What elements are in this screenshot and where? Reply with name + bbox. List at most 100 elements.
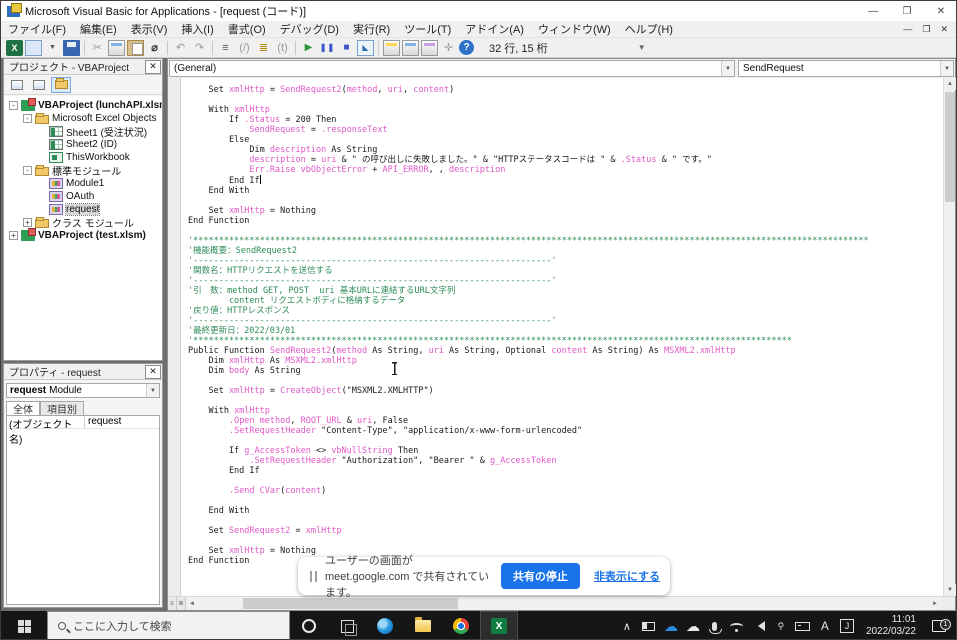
cloud-sync-icon[interactable]: ☁ (682, 618, 704, 635)
menu-item-8[interactable]: アドイン(A) (458, 20, 531, 38)
code-line[interactable] (188, 516, 943, 526)
toolbar-options-icon[interactable]: ▼ (638, 43, 646, 52)
object-browser-icon[interactable] (421, 40, 438, 56)
mdi-minimize-button[interactable]: — (903, 24, 912, 35)
code-line[interactable]: End With (188, 506, 943, 516)
start-button[interactable] (1, 611, 47, 640)
tree-item-label[interactable]: Module1 (66, 178, 104, 189)
expand-icon[interactable]: + (9, 231, 18, 240)
procedure-dropdown[interactable]: SendRequest ▼ (738, 60, 954, 77)
horizontal-scrollbar[interactable] (198, 597, 929, 610)
code-line[interactable]: If g_AccessToken <> vbNullString Then (188, 446, 943, 456)
menu-item-3[interactable]: 挿入(I) (174, 20, 220, 38)
code-line[interactable] (188, 436, 943, 446)
mdi-restore-button[interactable]: ❐ (922, 24, 930, 35)
menu-item-5[interactable]: デバッグ(D) (273, 20, 346, 38)
tab-categorized[interactable]: 項目別 (40, 401, 84, 415)
code-line[interactable]: '戻り値：HTTPレスポンス (188, 306, 943, 316)
uncomment-block-icon[interactable]: (t) (274, 40, 291, 56)
cut-icon[interactable]: ✂ (89, 40, 106, 56)
tree-item-label[interactable]: request (66, 204, 99, 215)
project-panel-close-icon[interactable]: ✕ (145, 60, 161, 74)
expand-icon[interactable]: + (23, 218, 32, 227)
scroll-up-icon[interactable]: ▲ (944, 78, 956, 90)
touch-keyboard-icon[interactable] (792, 622, 814, 631)
code-line[interactable]: Dim body As String (188, 366, 943, 376)
tree-item-module1[interactable]: Module1 (4, 177, 162, 190)
hide-banner-link[interactable]: 非表示にする (594, 568, 660, 584)
save-icon[interactable] (63, 40, 80, 56)
object-dropdown[interactable]: (General) ▼ (169, 60, 735, 77)
taskbar-clock[interactable]: 11:01 2022/03/22 (858, 614, 924, 638)
chrome-button[interactable] (442, 611, 480, 640)
tab-alphabetic[interactable]: 全体 (6, 401, 40, 415)
menu-item-9[interactable]: ウィンドウ(W) (531, 20, 618, 38)
code-line[interactable]: Err.Raise vbObjectError + API_ERROR, , d… (188, 165, 943, 175)
edge-button[interactable] (366, 611, 404, 640)
code-line[interactable]: End With (188, 186, 943, 196)
code-line[interactable]: End Function (188, 216, 943, 226)
code-line[interactable]: .SetRequestHeader "Authorization", "Bear… (188, 456, 943, 466)
mdi-close-button[interactable]: ✕ (940, 24, 948, 35)
tree-item-label[interactable]: クラス モジュール (52, 215, 134, 230)
chevron-down-icon[interactable]: ▼ (721, 61, 734, 76)
onedrive-icon[interactable]: ☁ (660, 618, 682, 635)
code-line[interactable]: '---------------------------------------… (188, 276, 943, 286)
code-line[interactable] (188, 396, 943, 406)
view-excel-icon[interactable]: X (6, 40, 23, 56)
display-project-icon[interactable] (638, 622, 660, 631)
code-line[interactable] (188, 376, 943, 386)
code-line[interactable]: End If (188, 175, 943, 186)
undo-icon[interactable]: ↶ (172, 40, 189, 56)
ime-options-icon[interactable]: J (836, 619, 858, 633)
code-line[interactable]: '---------------------------------------… (188, 256, 943, 266)
indent-icon[interactable]: ≡ (217, 40, 234, 56)
file-explorer-button[interactable] (404, 611, 442, 640)
properties-panel-close-icon[interactable]: ✕ (145, 365, 161, 379)
paste-icon[interactable] (127, 40, 144, 56)
code-line[interactable]: If .Status = 200 Then (188, 115, 943, 125)
scroll-right-icon[interactable]: ► (929, 597, 941, 610)
tree-item-label[interactable]: ThisWorkbook (66, 152, 130, 163)
close-button[interactable]: ✕ (924, 1, 957, 21)
property-row[interactable]: (オブジェクト名)request (7, 416, 159, 429)
code-line[interactable]: Set SendRequest2 = xmlHttp (188, 526, 943, 536)
code-line[interactable]: Else (188, 135, 943, 145)
code-line[interactable] (188, 536, 943, 546)
menu-item-7[interactable]: ツール(T) (397, 20, 458, 38)
insert-userform-icon[interactable] (25, 40, 42, 56)
property-value[interactable]: request (85, 416, 159, 428)
tree-item-oauth[interactable]: OAuth (4, 190, 162, 203)
code-line[interactable]: '機能概要：SendRequest2 (188, 246, 943, 256)
tree-item-label[interactable]: Microsoft Excel Objects (52, 113, 156, 124)
code-line[interactable]: .Open method, ROOT_URL & uri, False (188, 416, 943, 426)
code-line[interactable]: End If (188, 466, 943, 476)
wifi-icon[interactable] (726, 623, 748, 630)
toggle-folders-button[interactable] (51, 77, 71, 93)
code-line[interactable] (188, 226, 943, 236)
code-line[interactable]: '最終更新日：2022/03/01 (188, 326, 943, 336)
scroll-down-icon[interactable]: ▼ (944, 584, 956, 596)
code-line[interactable] (188, 476, 943, 486)
code-editor[interactable]: Set xmlHttp = SendRequest2(method, uri, … (181, 78, 943, 596)
redo-icon[interactable]: ↷ (191, 40, 208, 56)
code-line[interactable]: content リクエストボディに格納するデータ (188, 296, 943, 306)
code-line[interactable]: .Send CVar(content) (188, 486, 943, 496)
code-line[interactable]: Dim xmlHttp As MSXML2.xmlHttp (188, 356, 943, 366)
menu-item-10[interactable]: ヘルプ(H) (618, 20, 680, 38)
procedure-view-button[interactable]: ≡ (168, 597, 177, 610)
microphone-icon[interactable] (704, 622, 726, 631)
tree-item-label[interactable]: Sheet1 (受注状況) (66, 124, 147, 139)
design-mode-icon[interactable]: ◣ (357, 40, 374, 56)
tree-item-label[interactable]: Sheet2 (ID) (66, 139, 117, 150)
code-line[interactable] (188, 95, 943, 105)
minimize-button[interactable]: — (856, 1, 890, 21)
vertical-scroll-thumb[interactable] (945, 92, 955, 202)
tree-item-vbaproject-lunchapi-xlsm-[interactable]: -VBAProject (lunchAPI.xlsm) (4, 99, 162, 112)
code-line[interactable]: .SetRequestHeader "Content-Type", "appli… (188, 426, 943, 436)
code-line[interactable]: '---------------------------------------… (188, 316, 943, 326)
project-explorer-icon[interactable] (383, 40, 400, 56)
view-object-button[interactable] (29, 77, 49, 93)
code-line[interactable] (188, 496, 943, 506)
code-line[interactable]: description = uri & " の呼び出しに失敗しました。" & "… (188, 155, 943, 165)
